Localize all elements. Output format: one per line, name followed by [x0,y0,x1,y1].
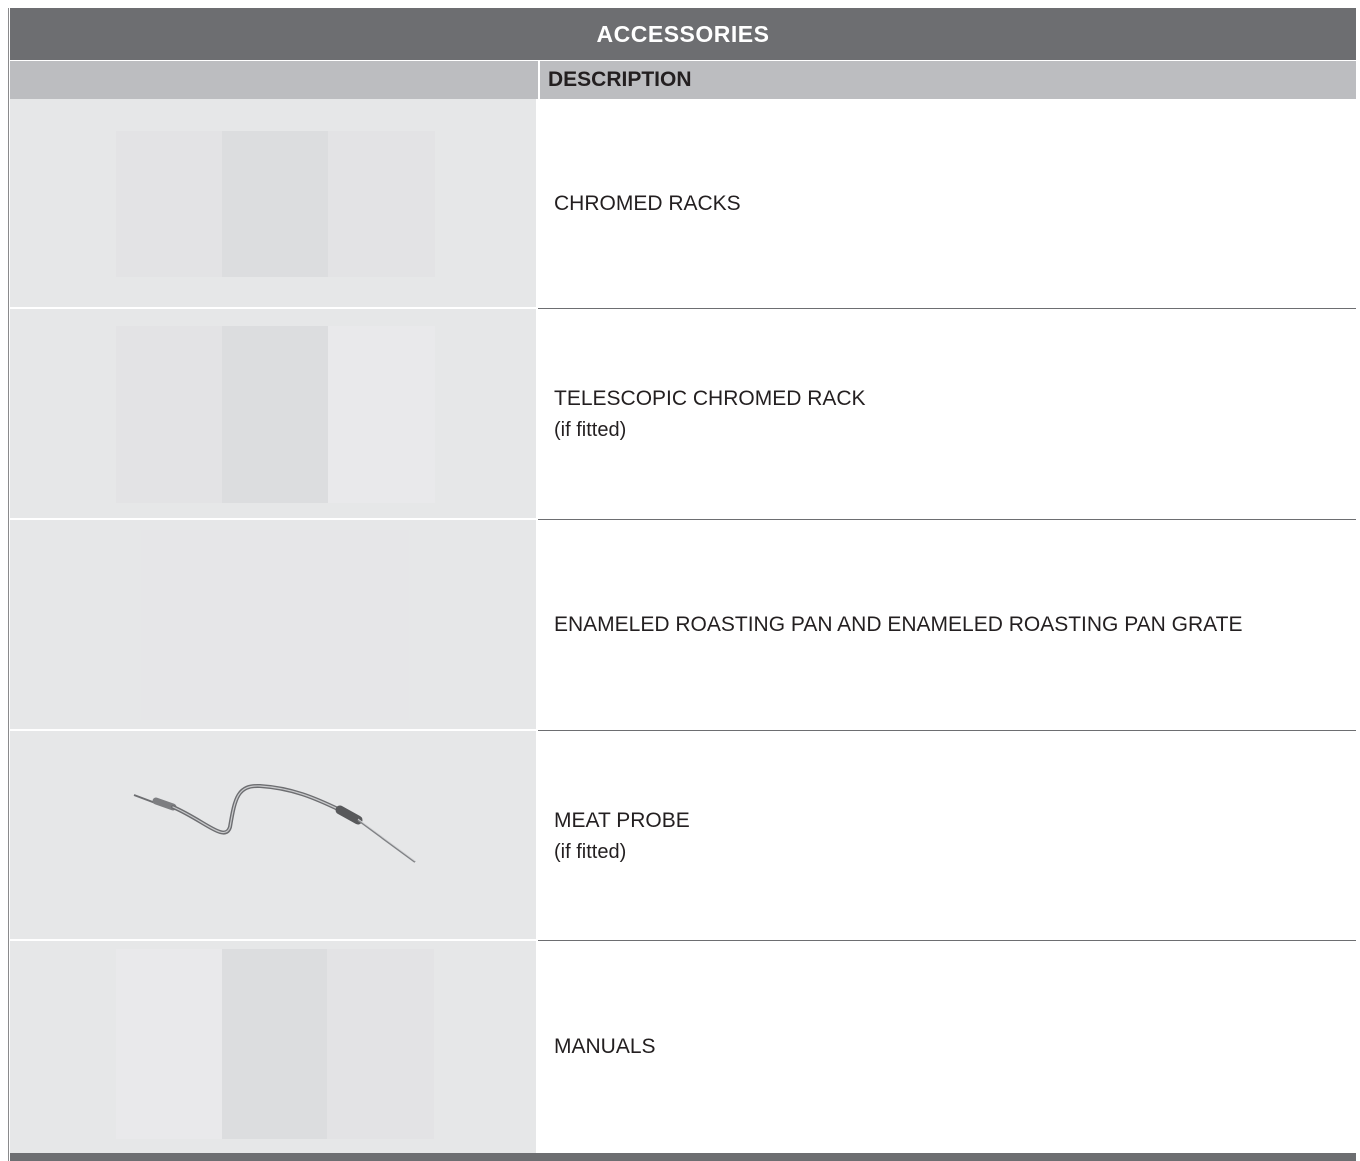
table-row: MANUALS [10,941,1356,1153]
accessory-name: TELESCOPIC CHROMED RACK [554,387,866,410]
row-description: ENAMELED ROASTING PAN AND ENAMELED ROAST… [538,520,1356,731]
row-description: MANUALS [538,941,1356,1153]
row-description: TELESCOPIC CHROMED RACK (if fitted) [538,309,1356,520]
table-row: CHROMED RACKS [10,99,1356,309]
meat-probe-icon [133,783,416,863]
roasting-pan-image [10,520,538,731]
table-row: TELESCOPIC CHROMED RACK (if fitted) [10,309,1356,520]
accessories-table: ACCESSORIES DESCRIPTION CHROMED RACKS TE… [10,8,1356,1153]
left-margin-line [8,8,9,1161]
accessory-name: ENAMELED ROASTING PAN AND ENAMELED ROAST… [554,613,1243,636]
chromed-racks-image [10,99,538,309]
accessory-name: MANUALS [554,1035,656,1058]
header-description: DESCRIPTION [548,68,692,91]
table-row: ENAMELED ROASTING PAN AND ENAMELED ROAST… [10,520,1356,731]
accessory-name: MEAT PROBE [554,808,690,832]
accessory-note: (if fitted) [554,419,627,441]
table-row: MEAT PROBE (if fitted) [10,731,1356,941]
row-description: CHROMED RACKS [538,99,1356,309]
manuals-image [10,941,538,1153]
meat-probe-image [10,731,538,941]
row-description: MEAT PROBE (if fitted) [538,731,1356,941]
accessory-note: (if fitted) [554,840,627,863]
accessory-name: CHROMED RACKS [554,191,741,215]
telescopic-rack-image [10,309,538,520]
table-title: ACCESSORIES [10,8,1356,60]
header-image-column [10,61,540,99]
table-header: DESCRIPTION [10,61,1356,99]
table-footer-bar [10,1153,1356,1161]
